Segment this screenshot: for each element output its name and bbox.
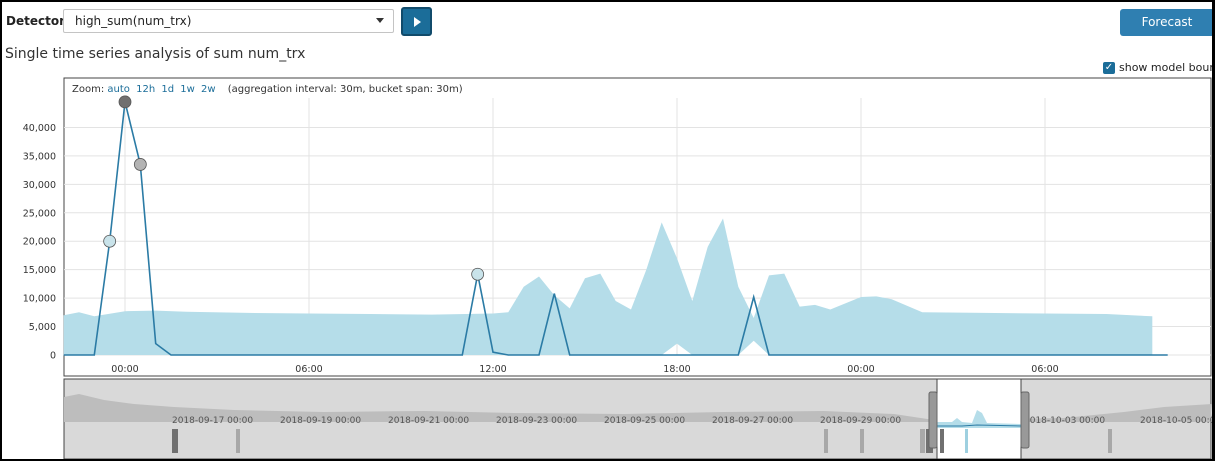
y-tick-label: 25,000: [23, 208, 56, 219]
y-tick-label: 15,000: [23, 265, 56, 276]
brush-anomaly-bar: [940, 429, 944, 453]
context-date-label: 2018-10-05 00:00: [1140, 416, 1212, 426]
zoom-option-2w[interactable]: 2w: [201, 84, 216, 95]
context-anomaly-bar: [824, 429, 828, 453]
y-tick-label: 0: [50, 351, 56, 362]
anomaly-marker[interactable]: [471, 267, 485, 281]
brush-anomaly-bar: [965, 429, 968, 453]
brush-handle-left[interactable]: [928, 391, 938, 449]
context-date-label: 2018-09-29 00:00: [820, 416, 901, 426]
x-tick-label: 00:00: [847, 364, 874, 375]
context-date-label: 2018-09-23 00:00: [496, 416, 577, 426]
context-date-label: 2018-09-21 00:00: [388, 416, 469, 426]
x-tick-label: 18:00: [663, 364, 690, 375]
anomaly-marker[interactable]: [103, 234, 117, 248]
context-date-label: 2018-10-03 00:00: [1024, 416, 1105, 426]
context-anomaly-bar: [1108, 429, 1112, 453]
x-tick-label: 06:00: [295, 364, 322, 375]
zoom-label: Zoom:: [72, 84, 105, 95]
context-date-label: 2018-09-25 00:00: [604, 416, 685, 426]
y-tick-label: 35,000: [23, 151, 56, 162]
zoom-selector: Zoom: auto 12h 1d 1w 2w (aggregation int…: [72, 84, 463, 95]
x-tick-label: 00:00: [111, 364, 138, 375]
context-anomaly-bar: [172, 429, 178, 453]
y-tick-label: 40,000: [23, 123, 56, 134]
x-tick-label: 06:00: [1031, 364, 1058, 375]
context-anomaly-bar: [860, 429, 864, 453]
aggregation-interval-text: (aggregation interval: 30m, bucket span:…: [227, 84, 463, 95]
zoom-option-12h[interactable]: 12h: [136, 84, 155, 95]
zoom-option-auto[interactable]: auto: [107, 84, 130, 95]
y-tick-label: 10,000: [23, 294, 56, 305]
context-anomaly-bar: [920, 429, 925, 453]
time-series-chart: 0 5,000 10,000 15,000 20,000 25,000 30,000 35,0…: [23, 77, 1212, 459]
anomaly-marker[interactable]: [118, 95, 132, 109]
single-metric-viewer: Detector: high_sum(num_trx) Forecast Sin…: [2, 2, 1212, 459]
y-tick-label: 20,000: [23, 237, 56, 248]
x-tick-label: 12:00: [479, 364, 506, 375]
anomaly-marker[interactable]: [133, 158, 147, 171]
context-date-label: 2018-09-19 00:00: [280, 416, 361, 426]
zoom-option-1d[interactable]: 1d: [161, 84, 174, 95]
y-tick-label: 5,000: [29, 322, 56, 333]
context-date-label: 2018-09-27 00:00: [712, 416, 793, 426]
zoom-option-1w[interactable]: 1w: [180, 84, 195, 95]
y-tick-label: 30,000: [23, 180, 56, 191]
context-anomaly-bar: [236, 429, 240, 453]
brush-handle-right[interactable]: [1020, 391, 1030, 449]
context-date-label: 2018-09-17 00:00: [172, 416, 253, 426]
